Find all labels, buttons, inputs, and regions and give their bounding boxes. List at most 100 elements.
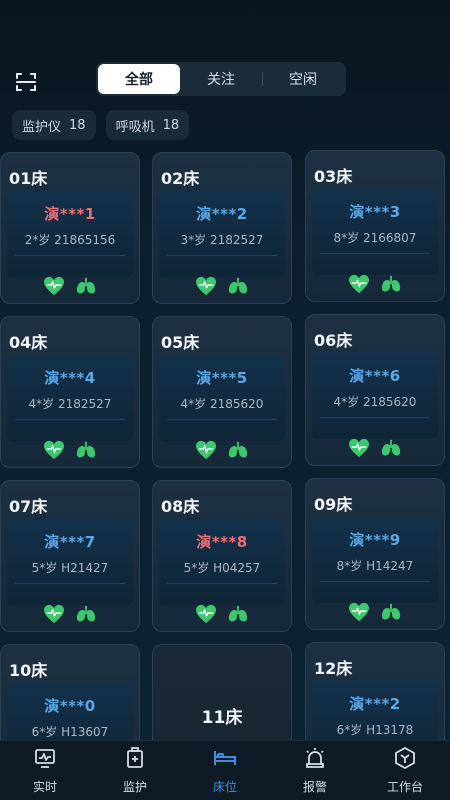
bed-card[interactable]: 02床演***2 3*岁 2182527 xyxy=(152,152,292,304)
patient-name: 演***3 xyxy=(349,203,401,221)
patient-info: 6*岁 H13178 xyxy=(336,723,414,737)
divider xyxy=(167,419,277,420)
bed-number: 09床 xyxy=(314,495,353,514)
tab-workbench-hexagon[interactable]: 工作台 xyxy=(360,741,450,800)
bed-card[interactable]: 05床演***5 4*岁 2185620 xyxy=(152,316,292,468)
medical-device-plus-icon xyxy=(123,746,147,774)
bed-icon xyxy=(212,746,238,774)
divider xyxy=(15,255,125,256)
bed-number: 10床 xyxy=(9,661,48,680)
divider xyxy=(15,419,125,420)
divider xyxy=(320,253,430,254)
chip-ventilator[interactable]: 呼吸机 18 xyxy=(105,110,190,140)
lung-ventilator-icon xyxy=(75,604,97,628)
bed-card[interactable]: 08床 演***8 5*岁 H04257 xyxy=(152,480,292,632)
patient-panel: 演***2 3*岁 2182527 xyxy=(159,191,285,277)
bed-number: 11床 xyxy=(201,708,243,728)
tab-bed[interactable]: 床位 xyxy=(180,741,270,800)
tab-alarm-light[interactable]: 报警 xyxy=(270,741,360,800)
chip-count: 18 xyxy=(69,117,86,133)
patient-panel: 演***5 4*岁 2185620 xyxy=(159,355,285,441)
heart-monitor-icon xyxy=(348,274,370,298)
bed-grid: 01床 演***1 2*岁 21865156 02床 演***2 3*岁 2182527 0… xyxy=(0,150,450,740)
bed-number: 05床 xyxy=(161,333,200,352)
device-status xyxy=(1,604,139,628)
patient-info: 5*岁 H21427 xyxy=(31,561,109,575)
patient-info: 2*岁 21865156 xyxy=(24,233,116,247)
lung-ventilator-icon xyxy=(380,274,402,298)
device-status xyxy=(306,274,444,298)
patient-panel: 演***7 5*岁 H21427 xyxy=(7,519,133,605)
filter-segment: 全部 关注 空闲 xyxy=(96,62,346,96)
bed-card[interactable]: 06床演***6 4*岁 2185620 xyxy=(305,314,445,466)
patient-panel: 演***0 6*岁 H13607 xyxy=(7,683,133,740)
divider xyxy=(167,583,277,584)
patient-name: 演***2 xyxy=(196,205,248,223)
patient-panel: 演***6 4*岁 2185620 xyxy=(312,353,438,439)
chip-count: 18 xyxy=(162,117,180,133)
patient-info: 3*岁 2182527 xyxy=(180,233,264,247)
heart-monitor-icon xyxy=(195,604,217,628)
top-bar: 全部 关注 空闲 xyxy=(0,60,450,100)
patient-name: 演***4 xyxy=(44,369,96,387)
bed-number: 07床 xyxy=(9,497,48,516)
patient-panel: 演***9 8*岁 H14247 xyxy=(312,517,438,603)
bed-card[interactable]: 10床演***0 6*岁 H13607 xyxy=(0,644,140,740)
bed-card[interactable]: 03床 演***3 8*岁 2166807 xyxy=(305,150,445,302)
filter-tab-idle[interactable]: 空闲 xyxy=(262,64,344,94)
heart-monitor-icon xyxy=(43,440,65,464)
device-status xyxy=(153,276,291,300)
patient-name: 演***8 xyxy=(196,533,248,551)
tab-medical-device-plus[interactable]: 监护 xyxy=(90,741,180,800)
scan-button[interactable] xyxy=(12,68,40,96)
patient-info: 8*岁 H14247 xyxy=(336,559,414,573)
bed-card[interactable]: 12床 演***2 6*岁 H13178 xyxy=(305,642,445,740)
device-status xyxy=(306,438,444,461)
bed-number: 12床 xyxy=(314,659,353,678)
scan-icon xyxy=(16,73,36,91)
filter-tab-all[interactable]: 全部 xyxy=(98,64,180,94)
tab-label: 床位 xyxy=(212,780,237,794)
tab-label: 监护 xyxy=(122,780,147,794)
monitor-wave-icon xyxy=(33,746,57,774)
bed-card[interactable]: 11床 xyxy=(152,644,292,740)
bed-card[interactable]: 07床演***7 5*岁 H21427 xyxy=(0,480,140,632)
patient-panel: 演***8 5*岁 H04257 xyxy=(159,519,285,605)
bed-number: 02床 xyxy=(161,169,200,188)
device-status xyxy=(1,440,139,464)
lung-ventilator-icon xyxy=(227,276,249,300)
patient-info: 4*岁 2185620 xyxy=(180,397,264,411)
device-status xyxy=(306,602,444,626)
device-status xyxy=(153,440,291,464)
patient-name: 演***7 xyxy=(44,533,96,551)
patient-panel: 演***1 2*岁 21865156 xyxy=(7,191,133,277)
patient-panel: 演***4 4*岁 2182527 xyxy=(7,355,133,441)
filter-tab-followed[interactable]: 关注 xyxy=(180,64,262,94)
heart-monitor-icon xyxy=(348,602,370,626)
divider xyxy=(320,581,430,582)
patient-name: 演***5 xyxy=(196,369,248,387)
tab-label: 报警 xyxy=(302,780,327,794)
lung-ventilator-icon xyxy=(75,276,97,300)
patient-info: 4*岁 2182527 xyxy=(28,397,112,411)
patient-info: 5*岁 H04257 xyxy=(183,561,261,575)
tab-monitor-wave[interactable]: 实时 xyxy=(0,741,90,800)
chip-monitor[interactable]: 监护仪 18 xyxy=(12,110,96,140)
bed-card[interactable]: 09床演***9 8*岁 H14247 xyxy=(305,478,445,630)
lung-ventilator-icon xyxy=(227,440,249,464)
divider xyxy=(15,583,125,584)
bed-number: 06床 xyxy=(314,331,353,350)
bed-card[interactable]: 01床 演***1 2*岁 21865156 xyxy=(0,152,140,304)
lung-ventilator-icon xyxy=(75,440,97,464)
heart-monitor-icon xyxy=(43,604,65,628)
bed-number: 04床 xyxy=(9,333,48,352)
patient-name: 演***9 xyxy=(349,531,401,549)
patient-name: 演***0 xyxy=(44,697,96,715)
alarm-light-icon xyxy=(303,746,327,774)
bed-card[interactable]: 04床演***4 4*岁 2182527 xyxy=(0,316,140,468)
chip-label: 呼吸机 xyxy=(115,119,155,135)
heart-monitor-icon xyxy=(43,276,65,300)
device-chips: 监护仪 18 呼吸机 18 xyxy=(12,110,190,140)
lung-ventilator-icon xyxy=(227,604,249,628)
tab-label: 工作台 xyxy=(386,780,423,794)
